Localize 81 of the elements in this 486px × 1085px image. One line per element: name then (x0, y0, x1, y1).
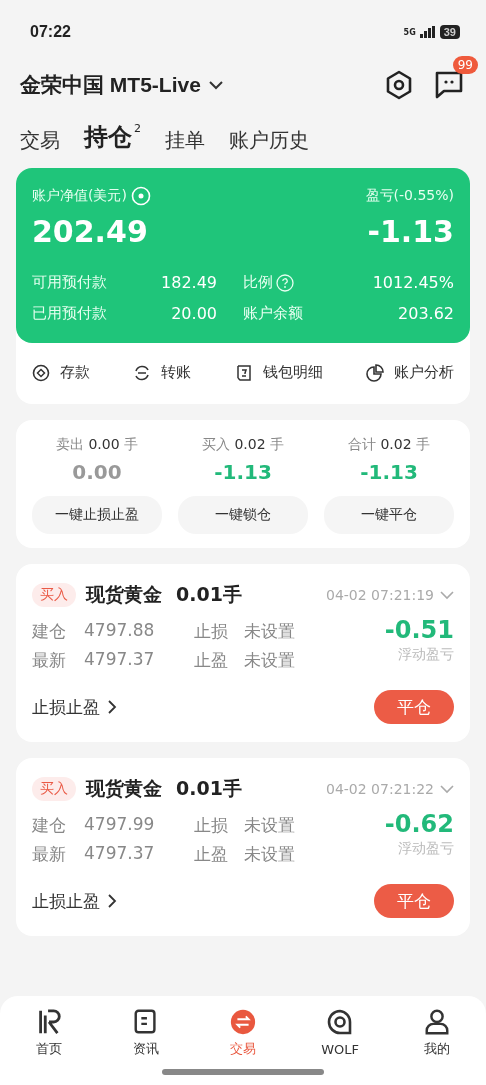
metric-label: 已用预付款 (32, 304, 108, 323)
account-name: 金荣中国 MT5-Live (20, 72, 201, 98)
signal-icon (419, 26, 436, 38)
transfer-icon (133, 363, 152, 382)
equity-label: 账户净值(美元) (32, 187, 127, 205)
field-value: 4797.37 (84, 843, 156, 865)
profit-loss-value: -1.13 (367, 214, 454, 249)
chevron-right-icon (108, 894, 117, 908)
metric-value: 203.62 (397, 304, 454, 323)
network-label: 5G (403, 27, 416, 37)
profit-value: 0.00 (72, 460, 122, 484)
field-value: 4797.99 (84, 814, 156, 836)
open-time: 04-02 07:21:19 (326, 587, 434, 603)
floating-pl-value: -0.51 (384, 616, 454, 644)
stop-loss-link[interactable]: 止损止盈 (32, 695, 117, 719)
tab[interactable]: 账户历史 (229, 128, 309, 152)
action-button[interactable]: 一键锁仓 (178, 496, 308, 534)
field-value: 未设置 (244, 649, 296, 672)
metric-value: 182.49 (160, 273, 218, 292)
tab[interactable]: 挂单 (165, 128, 205, 152)
receipt-icon (234, 363, 253, 382)
eye-icon[interactable] (130, 186, 151, 206)
nav-item[interactable]: WOLF (305, 1008, 376, 1058)
profit-value: -1.13 (214, 460, 272, 484)
action-button[interactable]: 账户分析 (366, 363, 454, 382)
pie-chart-icon (366, 363, 384, 382)
field-label: 止损 (194, 620, 229, 643)
lots-summary: 卖出 0.00 手 (55, 436, 139, 454)
lots-summary: 合计 0.02 手 (347, 436, 431, 454)
field-value: 未设置 (244, 620, 296, 643)
floating-pl-label: 浮动盈亏 (398, 840, 454, 858)
metric-label: 账户余额 (243, 304, 303, 323)
field-label: 最新 (32, 649, 67, 672)
field-label: 建仓 (32, 620, 67, 643)
nav-item[interactable]: 交易 (207, 1008, 278, 1058)
nav-item[interactable]: 首页 (13, 1008, 84, 1058)
nav-item[interactable]: 我的 (402, 1008, 473, 1058)
profit-loss-label: 盈亏(-0.55%) (365, 187, 454, 205)
chevron-down-icon[interactable] (208, 80, 223, 90)
side-tag: 买入 (32, 777, 76, 801)
stop-loss-link[interactable]: 止损止盈 (32, 889, 117, 913)
settings-icon[interactable] (384, 70, 414, 100)
field-value: 4797.88 (84, 620, 156, 642)
symbol-name: 现货黄金 (86, 776, 162, 801)
help-icon[interactable] (276, 273, 294, 292)
field-value: 未设置 (244, 843, 296, 866)
field-label: 止盈 (194, 843, 229, 866)
action-button[interactable]: 转账 (133, 363, 192, 382)
action-button[interactable]: 存款 (32, 363, 90, 382)
field-label: 最新 (32, 843, 67, 866)
action-button[interactable]: 钱包明细 (234, 363, 323, 382)
action-button[interactable]: 一键平仓 (324, 496, 454, 534)
field-label: 止盈 (194, 649, 229, 672)
side-tag: 买入 (32, 583, 76, 607)
metric-label: 比例 (243, 273, 273, 292)
notification-badge: 99 (452, 56, 478, 74)
tab[interactable]: 持仓$^{2}$ (84, 123, 141, 152)
profit-value: -1.13 (360, 460, 418, 484)
action-button[interactable]: 一键止损止盈 (32, 496, 162, 534)
chevron-right-icon (108, 700, 117, 714)
field-label: 建仓 (32, 814, 67, 837)
floating-pl-value: -0.62 (384, 810, 454, 838)
battery-level: 39 (439, 25, 460, 39)
metric-value: 1012.45% (371, 273, 454, 292)
field-label: 止损 (194, 814, 229, 837)
message-icon[interactable] (434, 70, 464, 100)
tab[interactable]: 交易 (20, 128, 60, 152)
floating-pl-label: 浮动盈亏 (398, 646, 454, 664)
lots-summary: 买入 0.02 手 (201, 436, 285, 454)
lot-size: 0.01手 (176, 776, 242, 801)
status-time: 07:22 (30, 23, 71, 41)
open-time: 04-02 07:21:22 (326, 781, 434, 797)
metric-label: 可用预付款 (32, 273, 108, 292)
deposit-icon (32, 363, 50, 382)
field-value: 4797.37 (84, 649, 156, 671)
lot-size: 0.01手 (176, 582, 242, 607)
metric-value: 20.00 (170, 304, 218, 323)
symbol-name: 现货黄金 (86, 582, 162, 607)
field-value: 未设置 (244, 814, 296, 837)
nav-item[interactable]: 资讯 (110, 1008, 181, 1058)
equity-value: 202.49 (32, 214, 148, 249)
